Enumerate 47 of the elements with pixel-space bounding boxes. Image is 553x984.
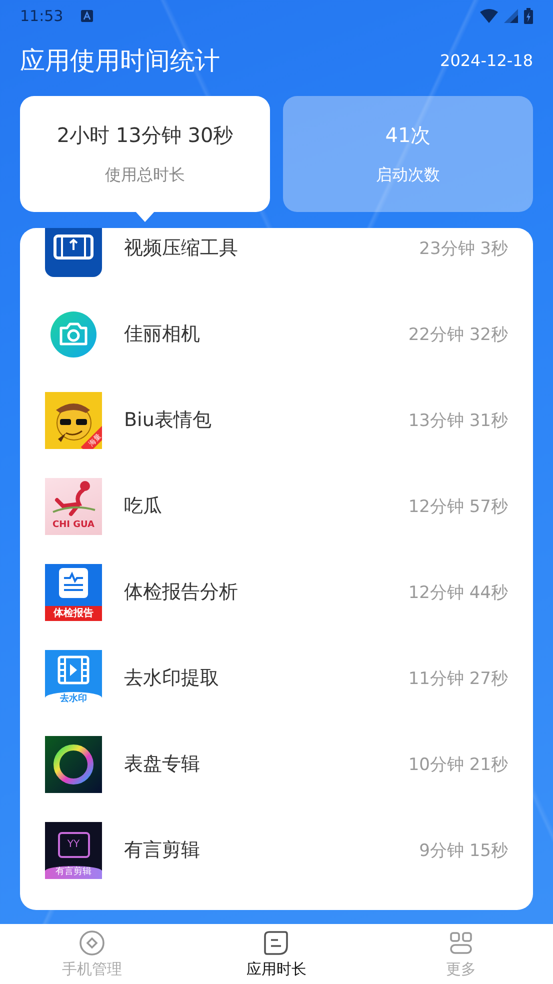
app-row[interactable]: 佳丽相机 22分钟 32秒: [20, 291, 533, 377]
usage-duration: 11分钟 27秒: [408, 668, 508, 690]
usage-duration: 12分钟 44秒: [408, 582, 508, 604]
ring-icon: [45, 736, 102, 792]
app-name: 吃瓜: [124, 494, 163, 519]
app-row[interactable]: 表盘专辑 10分钟 21秒: [20, 721, 533, 807]
app-row[interactable]: 体检报告 体检报告分析 12分钟 44秒: [20, 549, 533, 635]
signal-icon: [504, 9, 518, 23]
date-label: 2024-12-18: [440, 50, 533, 70]
usage-duration: 12分钟 57秒: [408, 496, 508, 518]
stat-value: 41次: [385, 122, 431, 149]
icon-caption: 去水印: [45, 692, 102, 706]
usage-duration: 22分钟 32秒: [408, 324, 508, 346]
nav-label: 手机管理: [62, 960, 122, 978]
app-name: 佳丽相机: [124, 322, 201, 347]
icon-caption: CHI GUA: [52, 518, 94, 532]
battery-icon: [524, 8, 533, 24]
nav-label: 应用时长: [246, 960, 306, 978]
app-name: Biu表情包: [124, 408, 212, 433]
note-icon: [263, 930, 290, 956]
stat-label: 使用总时长: [105, 165, 185, 186]
app-row[interactable]: 去水印 去水印提取 11分钟 27秒: [20, 635, 533, 721]
page-title: 应用使用时间统计: [20, 44, 220, 76]
usage-duration: 13分钟 31秒: [408, 410, 508, 432]
app-row[interactable]: YY 有言剪辑 有言剪辑 9分钟 15秒: [20, 807, 533, 893]
app-name: 体检报告分析: [124, 580, 239, 605]
wifi-icon: [480, 9, 498, 23]
notification-icon: [81, 10, 94, 22]
usage-duration: 23分钟 3秒: [419, 238, 508, 260]
app-name: 表盘专辑: [124, 752, 201, 777]
app-name: 去水印提取: [124, 666, 220, 691]
status-time: 11:53: [20, 7, 64, 25]
more-icon: [448, 930, 474, 956]
nav-label: 更多: [446, 960, 476, 978]
icon-logo-text: YY: [67, 839, 80, 850]
app-name: 有言剪辑: [124, 838, 201, 863]
stat-label: 启动次数: [376, 165, 440, 186]
stat-value: 2小时 13分钟 30秒: [56, 122, 234, 149]
app-row[interactable]: 视频压缩工具 23分钟 3秒: [20, 228, 533, 291]
pointer-icon: [135, 211, 155, 223]
icon-caption: 有言剪辑: [45, 866, 102, 878]
usage-duration: 9分钟 15秒: [419, 840, 508, 862]
app-name: 视频压缩工具: [124, 236, 239, 261]
usage-duration: 10分钟 21秒: [408, 754, 508, 776]
app-row[interactable]: CHI GUA 吃瓜 12分钟 57秒: [20, 463, 533, 549]
icon-caption: 体检报告: [45, 606, 102, 620]
nav-tab[interactable]: 应用时长: [216, 930, 336, 978]
